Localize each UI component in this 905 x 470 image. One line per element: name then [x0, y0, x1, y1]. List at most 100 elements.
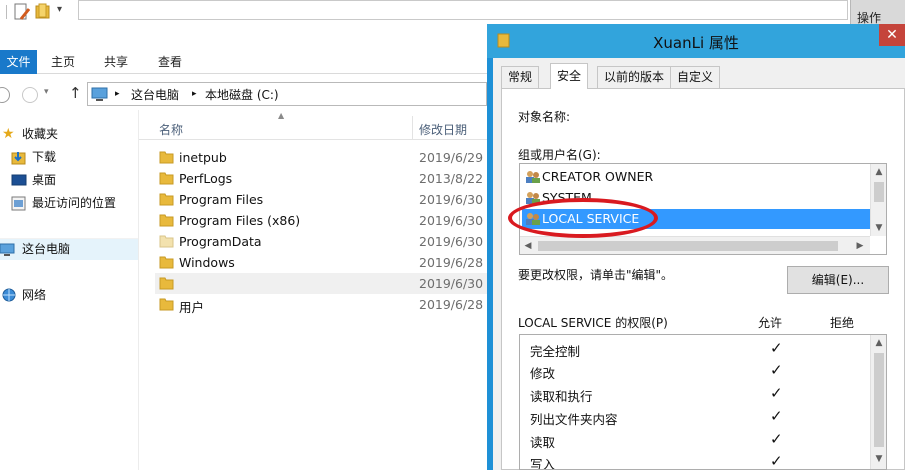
tab-customize[interactable]: 自定义	[670, 66, 721, 88]
file-row-selected[interactable]: 2019/6/30 1	[155, 273, 495, 294]
breadcrumb-this-pc[interactable]: 这台电脑	[131, 86, 179, 103]
folder-icon	[159, 277, 174, 290]
file-date: 2019/6/29 1	[419, 150, 496, 165]
computer-icon	[0, 243, 15, 256]
permission-name: 读取和执行	[530, 389, 593, 404]
recent-locations-icon[interactable]: ▾	[44, 87, 49, 97]
breadcrumb-local-disk[interactable]: 本地磁盘 (C:)	[205, 86, 279, 103]
permission-name: 修改	[530, 366, 556, 381]
breadcrumb-chevron-icon[interactable]: ▸	[115, 89, 120, 99]
scroll-down-icon[interactable]: ▼	[871, 451, 886, 467]
nav-item-label: 最近访问的位置	[32, 196, 117, 210]
desktop-icon	[11, 174, 27, 186]
close-button[interactable]: ✕	[879, 24, 905, 46]
file-name: Windows	[179, 255, 235, 270]
tab-previous-versions[interactable]: 以前的版本	[597, 66, 672, 88]
file-date: 2019/6/28 2	[419, 255, 496, 270]
scroll-left-icon[interactable]: ◀	[520, 238, 536, 254]
column-separator[interactable]	[412, 116, 413, 140]
new-folder-icon[interactable]	[35, 3, 51, 21]
file-date: 2019/6/30 1	[419, 276, 496, 291]
star-icon: ★	[2, 126, 15, 142]
allow-check-icon: ✓	[770, 430, 783, 448]
nav-item-favorites[interactable]: ★ 收藏夹	[0, 124, 138, 144]
user-list-vscrollbar[interactable]: ▲ ▼	[870, 164, 886, 236]
computer-icon	[91, 87, 108, 101]
tab-general[interactable]: 常规	[501, 66, 540, 88]
file-row[interactable]: 用户 2019/6/28 2	[155, 294, 495, 315]
list-item-label: LOCAL SERVICE	[542, 211, 640, 226]
list-item-selected[interactable]: LOCAL SERVICE	[522, 209, 872, 229]
nav-item-label: 收藏夹	[22, 127, 59, 141]
scroll-thumb[interactable]	[874, 353, 884, 447]
forward-button[interactable]	[22, 87, 38, 103]
nav-item-recent[interactable]: 最近访问的位置	[0, 193, 138, 213]
network-icon	[2, 288, 16, 302]
recent-places-icon	[11, 196, 26, 211]
permission-name: 列出文件夹内容	[530, 412, 618, 427]
tab-home[interactable]: 主页	[44, 50, 82, 74]
permissions-list: 完全控制 ✓ 修改 ✓ 读取和执行 ✓ 列出文件夹内容 ✓ 读取 ✓ 写入 ✓ …	[519, 334, 887, 470]
edit-permissions-button[interactable]: 编辑(E)...	[787, 266, 889, 294]
permission-row: 读取和执行 ✓	[530, 384, 783, 408]
column-header-date[interactable]: 修改日期	[419, 121, 467, 138]
file-row[interactable]: ProgramData 2019/6/30 1	[155, 231, 495, 252]
file-date: 2013/8/22 2	[419, 171, 496, 186]
permission-row: 修改 ✓	[530, 361, 783, 385]
folder-icon	[159, 256, 174, 269]
file-row[interactable]: Windows 2019/6/28 2	[155, 252, 495, 273]
scroll-up-icon[interactable]: ▲	[871, 335, 886, 351]
list-item[interactable]: SYSTEM	[522, 188, 872, 208]
nav-item-network[interactable]: 网络	[0, 285, 138, 305]
quick-access-toolbar: ▾ 操作	[0, 0, 905, 25]
scroll-thumb[interactable]	[874, 182, 884, 202]
file-date: 2019/6/30 1	[419, 234, 496, 249]
object-name-label: 对象名称:	[518, 110, 571, 124]
nav-item-desktop[interactable]: 桌面	[0, 170, 138, 190]
nav-item-label: 桌面	[32, 173, 57, 187]
file-name: Program Files	[179, 192, 264, 207]
nav-item-label: 下载	[32, 150, 57, 164]
toolbar-separator	[6, 5, 7, 19]
permission-row: 读取 ✓	[530, 430, 783, 454]
scroll-up-icon[interactable]: ▲	[871, 164, 886, 180]
nav-item-label: 网络	[22, 288, 47, 302]
permission-row: 写入 ✓	[530, 452, 783, 469]
user-list[interactable]: CREATOR OWNER SYSTEM LOCAL SERVICE ▲ ▼ ◀	[519, 163, 887, 255]
scroll-thumb[interactable]	[538, 241, 838, 251]
tab-security[interactable]: 安全	[550, 63, 589, 89]
users-group-icon	[526, 171, 540, 183]
allow-check-icon: ✓	[770, 339, 783, 357]
tab-view[interactable]: 查看	[150, 50, 190, 74]
permissions-label: LOCAL SERVICE 的权限(P)	[518, 316, 668, 330]
customize-toolbar-dropdown-icon[interactable]: ▾	[57, 4, 62, 15]
file-row[interactable]: Program Files (x86) 2019/6/30 1	[155, 210, 495, 231]
file-row[interactable]: PerfLogs 2013/8/22 2	[155, 168, 495, 189]
tab-share[interactable]: 共享	[96, 50, 136, 74]
dialog-title-bar[interactable]: XuanLi 属性 ✕	[487, 24, 905, 58]
file-name: inetpub	[179, 150, 227, 165]
up-arrow-icon[interactable]: ↑	[69, 84, 82, 102]
nav-item-label: 这台电脑	[22, 242, 71, 256]
file-date: 2019/6/30 1	[419, 192, 496, 207]
user-list-hscrollbar[interactable]: ◀ ▶	[520, 236, 870, 254]
folder-icon	[159, 214, 174, 227]
folder-icon	[159, 235, 174, 248]
list-item-label: CREATOR OWNER	[542, 169, 654, 184]
nav-item-downloads[interactable]: 下载	[0, 147, 138, 167]
column-header-name[interactable]: 名称	[159, 121, 183, 138]
permission-row: 列出文件夹内容 ✓	[530, 407, 783, 431]
breadcrumb-chevron-icon[interactable]: ▸	[192, 89, 197, 99]
nav-item-this-pc[interactable]: 这台电脑	[0, 238, 138, 260]
list-item[interactable]: CREATOR OWNER	[522, 167, 872, 187]
users-group-icon	[526, 192, 540, 204]
scroll-down-icon[interactable]: ▼	[871, 220, 886, 236]
scroll-right-icon[interactable]: ▶	[852, 238, 868, 254]
file-row[interactable]: Program Files 2019/6/30 1	[155, 189, 495, 210]
properties-icon[interactable]	[14, 3, 30, 21]
tab-file[interactable]: 文件	[0, 50, 37, 74]
file-name: Program Files (x86)	[179, 213, 301, 228]
file-date: 2019/6/28 2	[419, 297, 496, 312]
permissions-vscrollbar[interactable]: ▲ ▼	[870, 335, 886, 469]
file-row[interactable]: inetpub 2019/6/29 1	[155, 147, 495, 168]
